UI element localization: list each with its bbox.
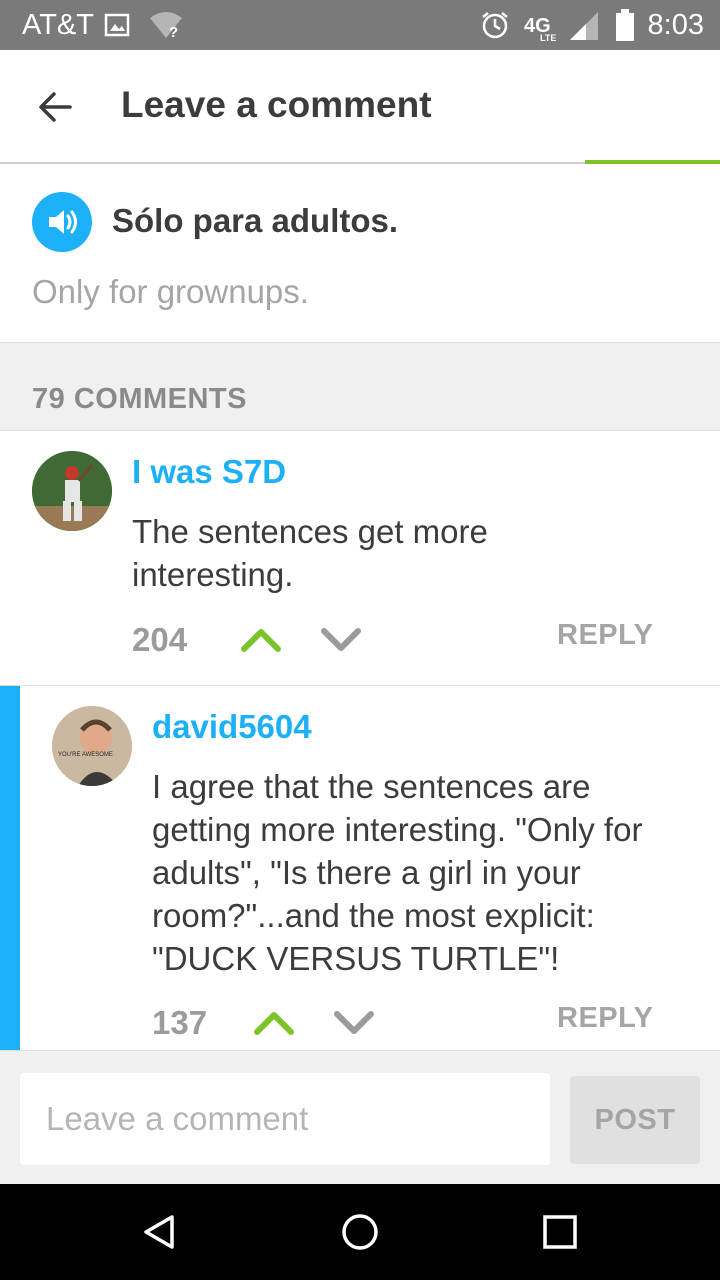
image-icon [104, 13, 130, 37]
comment-text: I agree that the sentences are getting m… [152, 768, 643, 977]
avatar-baseball-player-image [32, 451, 112, 531]
svg-text:LTE: LTE [540, 33, 556, 42]
battery-icon [616, 9, 634, 41]
nav-recents-icon[interactable] [540, 1212, 580, 1252]
page-title: Leave a comment [121, 84, 432, 125]
comment-username[interactable]: I was S7D [132, 453, 286, 491]
status-bar: AT&T ? 4G LTE 8:03 [0, 0, 720, 50]
clock: 8:03 [647, 9, 704, 41]
reply-button[interactable]: REPLY [557, 619, 654, 652]
comment-item: YOU'RE AWESOME david5604 I agree that th… [0, 686, 720, 1050]
post-button[interactable]: POST [570, 1076, 700, 1164]
avatar-portrait-image: YOU'RE AWESOME [52, 706, 132, 786]
alarm-icon [482, 12, 508, 39]
header-progress-accent [585, 160, 720, 164]
comments-count: 79 COMMENTS [32, 383, 247, 415]
nav-home-icon[interactable] [340, 1212, 380, 1252]
upvote-icon[interactable] [253, 1010, 295, 1036]
comment-username[interactable]: david5604 [152, 708, 312, 746]
downvote-icon[interactable] [333, 1010, 375, 1036]
sentence-text: Sólo para adultos. [112, 202, 399, 239]
reply-button[interactable]: REPLY [557, 1002, 654, 1035]
reply-indicator-bar [0, 686, 20, 1050]
network-type-icon: 4G LTE [524, 15, 556, 42]
comment-composer: POST [0, 1050, 720, 1185]
avatar[interactable] [32, 451, 112, 531]
sentence-card: Sólo para adultos. Only for grownups. [0, 166, 720, 343]
carrier-label: AT&T [22, 9, 94, 41]
avatar[interactable]: YOU'RE AWESOME [52, 706, 132, 786]
downvote-icon[interactable] [320, 627, 362, 653]
nav-back-icon[interactable] [140, 1212, 180, 1252]
vote-count: 204 [132, 621, 188, 658]
signal-icon [570, 12, 598, 40]
translation-text: Only for grownups. [32, 273, 309, 310]
comment-text: The sentences get more interesting. [132, 513, 488, 593]
wifi-question-icon: ? [150, 12, 182, 40]
back-arrow-icon[interactable] [34, 85, 78, 129]
svg-text:?: ? [169, 24, 178, 40]
app-header: Leave a comment [0, 50, 720, 164]
comment-item: I was S7D The sentences get more interes… [0, 431, 720, 686]
comment-input[interactable] [20, 1073, 550, 1165]
avatar-caption: YOU'RE AWESOME [58, 752, 113, 758]
speaker-button[interactable] [32, 192, 92, 252]
system-navigation-bar [0, 1184, 720, 1280]
vote-count: 137 [152, 1004, 208, 1041]
comments-count-strip: 79 COMMENTS [0, 343, 720, 431]
speaker-icon [49, 210, 77, 234]
upvote-icon[interactable] [240, 627, 282, 653]
